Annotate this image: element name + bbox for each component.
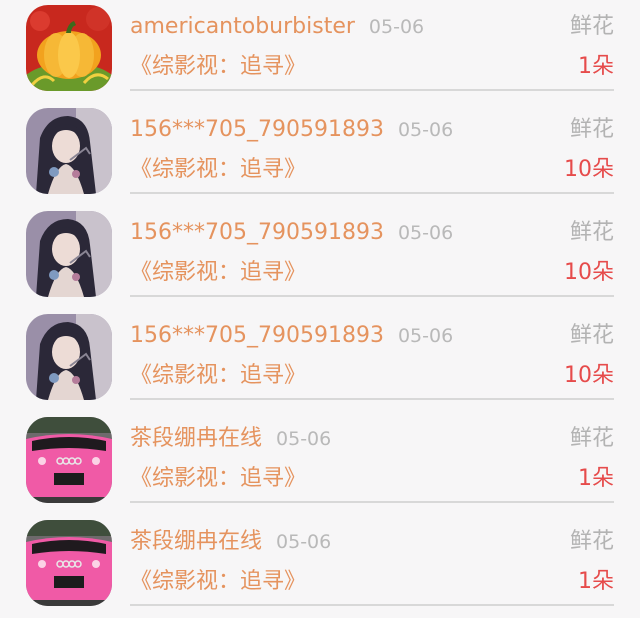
row-divider [130, 89, 614, 91]
row-divider [130, 398, 614, 400]
pumpkin-avatar[interactable] [26, 5, 112, 91]
user-name[interactable]: americantoburbister 05-06 [130, 12, 424, 42]
list-item[interactable]: americantoburbister 05-06 鲜花 《综影视：追寻》 1朵 [0, 0, 640, 103]
book-title-link[interactable]: 《综影视：追寻》 [130, 155, 306, 185]
pink-car-avatar[interactable] [26, 520, 112, 606]
book-title-link[interactable]: 《综影视：追寻》 [130, 361, 306, 391]
list-item[interactable]: 156***705_790591893 05-06 鲜花 《综影视：追寻》 10朵 [0, 206, 640, 309]
record-date: 05-06 [397, 222, 454, 244]
row-divider [130, 501, 614, 503]
anime-girl-avatar[interactable] [26, 211, 112, 297]
anime-girl-avatar[interactable] [26, 314, 112, 400]
book-title-link[interactable]: 《综影视：追寻》 [130, 258, 306, 288]
row-divider [130, 192, 614, 194]
gift-type-label: 鲜花 [569, 426, 614, 451]
pink-car-avatar[interactable] [26, 417, 112, 503]
list-item[interactable]: 156***705_790591893 05-06 鲜花 《综影视：追寻》 10朵 [0, 103, 640, 206]
gift-count: 1朵 [578, 54, 614, 79]
gift-type-label: 鲜花 [569, 529, 614, 554]
gift-count: 1朵 [578, 466, 614, 491]
list-item[interactable]: 156***705_790591893 05-06 鲜花 《综影视：追寻》 10朵 [0, 309, 640, 412]
record-date: 05-06 [276, 531, 332, 553]
gift-count: 1朵 [578, 569, 614, 594]
book-title-link[interactable]: 《综影视：追寻》 [130, 52, 306, 82]
gift-type-label: 鲜花 [569, 14, 614, 39]
record-date: 05-06 [276, 428, 332, 450]
gift-type-label: 鲜花 [569, 117, 614, 142]
record-date: 05-06 [368, 16, 425, 38]
user-name[interactable]: 茶段绷冉在线 05-06 [130, 527, 331, 557]
user-name[interactable]: 156***705_790591893 05-06 [130, 115, 453, 145]
record-date: 05-06 [397, 325, 454, 347]
row-divider [130, 604, 614, 606]
list-item[interactable]: 茶段绷冉在线 05-06 鲜花 《综影视：追寻》 1朵 [0, 412, 640, 515]
gift-type-label: 鲜花 [569, 323, 614, 348]
row-divider [130, 295, 614, 297]
gift-type-label: 鲜花 [569, 220, 614, 245]
gift-count: 10朵 [564, 157, 614, 182]
book-title-link[interactable]: 《综影视：追寻》 [130, 464, 306, 494]
anime-girl-avatar[interactable] [26, 108, 112, 194]
gift-count: 10朵 [564, 260, 614, 285]
list-item[interactable]: 茶段绷冉在线 05-06 鲜花 《综影视：追寻》 1朵 [0, 515, 640, 618]
record-date: 05-06 [397, 119, 454, 141]
user-name[interactable]: 156***705_790591893 05-06 [130, 218, 453, 248]
gift-record-list: americantoburbister 05-06 鲜花 《综影视：追寻》 1朵 … [0, 0, 640, 609]
user-name[interactable]: 156***705_790591893 05-06 [130, 321, 453, 351]
user-name[interactable]: 茶段绷冉在线 05-06 [130, 424, 331, 454]
book-title-link[interactable]: 《综影视：追寻》 [130, 567, 306, 597]
gift-count: 10朵 [564, 363, 614, 388]
